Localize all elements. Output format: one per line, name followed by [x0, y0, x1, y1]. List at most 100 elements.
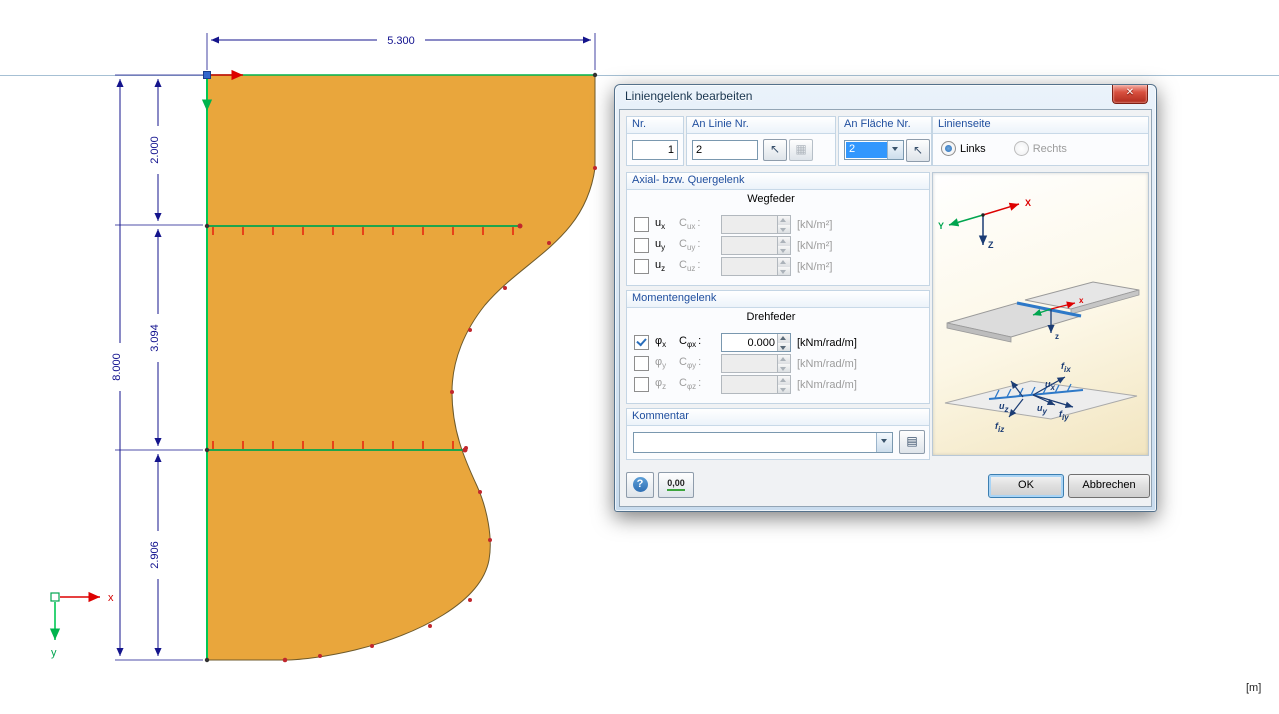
dim-label-total: 8.000 — [110, 343, 123, 391]
group-surface-header: An Fläche Nr. — [839, 117, 931, 134]
dof-label-fiz: fiz — [995, 421, 1004, 434]
checkbox-ux[interactable] — [634, 217, 649, 232]
checkbox-phiz[interactable] — [634, 377, 649, 392]
row-phiz: φz Cφz: [kNm/rad/m] — [627, 375, 929, 394]
group-surface: An Fläche Nr. 2 ↖ — [838, 116, 932, 166]
unit-label: [m] — [1246, 682, 1261, 694]
unit-cphiz: [kNm/rad/m] — [797, 379, 857, 391]
checkbox-uy[interactable] — [634, 238, 649, 253]
group-line: An Linie Nr. ↖ ▦ — [686, 116, 836, 166]
group-comment-header: Kommentar — [627, 409, 929, 426]
unit-cuz: [kN/m²] — [797, 261, 832, 273]
unit-cphix: [kNm/rad/m] — [797, 337, 857, 349]
row-phix: φx Cφx: [kNm/rad/m] — [627, 333, 929, 352]
ill-axis-y-label: Y — [938, 221, 944, 231]
group-axial: Axial- bzw. Quergelenk Wegfeder ux Cux: … — [626, 172, 930, 286]
select-line-list-button[interactable]: ▦ — [789, 139, 813, 161]
spring-value-cphiz[interactable] — [722, 376, 777, 393]
svg-text:2.906: 2.906 — [149, 541, 161, 569]
selected-node[interactable] — [204, 72, 211, 79]
global-x-label: x — [108, 592, 114, 604]
help-icon: ? — [633, 477, 648, 492]
spinner-buttons[interactable] — [777, 376, 790, 393]
row-ux: ux Cux: [kN/m²] — [627, 215, 929, 234]
spring-label-cphiz: Cφz: — [679, 377, 721, 391]
dim-label-seg1: 2.000 — [148, 126, 161, 174]
group-line-header: An Linie Nr. — [687, 117, 835, 134]
dropdown-arrow-icon[interactable] — [876, 433, 892, 452]
line-number-field[interactable] — [692, 140, 758, 160]
spinner-buttons[interactable] — [777, 216, 790, 233]
close-icon: ✕ — [1126, 87, 1134, 98]
dialog-body: Nr. An Linie Nr. ↖ ▦ An Fläche Nr. 2 ↖ — [619, 109, 1152, 507]
dof-label-uz: uz — [655, 259, 679, 273]
surface-number-combo[interactable]: 2 — [844, 140, 904, 160]
spring-value-cux[interactable] — [722, 216, 777, 233]
spinner-buttons[interactable] — [777, 258, 790, 275]
comment-browse-button[interactable]: ▤ — [899, 430, 925, 454]
group-side: Linienseite Links Rechts — [932, 116, 1149, 166]
spinner-buttons[interactable] — [777, 334, 790, 351]
dim-label-seg2: 3.094 — [148, 314, 161, 362]
group-nr-header: Nr. — [627, 117, 683, 134]
pick-cursor-icon: ↖ — [913, 143, 923, 157]
check-icon — [636, 336, 646, 347]
ill-axis-x-label: X — [1025, 198, 1031, 208]
spring-input-cuz[interactable] — [721, 257, 791, 276]
spring-input-cphiy[interactable] — [721, 354, 791, 373]
svg-text:3.094: 3.094 — [149, 324, 161, 352]
spin-down-icon — [778, 225, 790, 234]
set-zero-button[interactable]: 0,00 — [658, 472, 694, 498]
dof-label-fix: fix — [1061, 361, 1071, 374]
unit-cux: [kN/m²] — [797, 219, 832, 231]
spin-up-icon — [778, 334, 790, 343]
ok-button[interactable]: OK — [988, 474, 1064, 498]
spring-input-cux[interactable] — [721, 215, 791, 234]
spring-value-cphiy[interactable] — [722, 355, 777, 372]
global-y-label: y — [51, 647, 57, 659]
dof-label-uz: uz — [999, 401, 1009, 414]
checkbox-phix[interactable] — [634, 335, 649, 350]
spin-up-icon — [778, 355, 790, 364]
illustration-panel: X Y Z x z — [932, 172, 1149, 456]
spring-value-cphix[interactable] — [722, 334, 777, 351]
svg-text:2.000: 2.000 — [149, 136, 161, 164]
radio-links[interactable] — [941, 141, 956, 156]
spring-input-cphiz[interactable] — [721, 375, 791, 394]
spin-down-icon — [778, 343, 790, 352]
hinge-number-field[interactable] — [632, 140, 678, 160]
checkbox-phiy[interactable] — [634, 356, 649, 371]
radio-rechts[interactable] — [1014, 141, 1029, 156]
dialog-title: Liniengelenk bearbeiten — [625, 89, 752, 103]
spring-value-cuy[interactable] — [722, 237, 777, 254]
pick-line-button[interactable]: ↖ — [763, 139, 787, 161]
line-hinge-dialog: Liniengelenk bearbeiten ✕ Nr. An Linie N… — [614, 84, 1157, 512]
spring-input-cphix[interactable] — [721, 333, 791, 352]
dof-label-phix: φx — [655, 335, 679, 349]
row-uz: uz Cuz: [kN/m²] — [627, 257, 929, 276]
group-nr: Nr. — [626, 116, 684, 166]
checkbox-uz[interactable] — [634, 259, 649, 274]
pick-cursor-icon: ↖ — [770, 142, 780, 156]
spinner-buttons[interactable] — [777, 237, 790, 254]
note-icon: ▤ — [906, 434, 917, 448]
comment-combo[interactable] — [633, 432, 893, 453]
surface-region[interactable] — [207, 75, 595, 660]
dim-label-width: 5.300 — [377, 33, 425, 47]
spring-input-cuy[interactable] — [721, 236, 791, 255]
dialog-titlebar[interactable]: Liniengelenk bearbeiten — [615, 85, 1156, 109]
help-button[interactable]: ? — [626, 472, 654, 498]
ill-joint-x-label: x — [1079, 296, 1084, 305]
group-moment: Momentengelenk Drehfeder φx Cφx: [kNm/ra… — [626, 290, 930, 404]
cancel-button[interactable]: Abbrechen — [1068, 474, 1150, 498]
group-moment-header: Momentengelenk — [627, 291, 929, 308]
svg-text:5.300: 5.300 — [387, 35, 415, 47]
pick-surface-button[interactable]: ↖ — [906, 139, 930, 162]
spring-label-cux: Cux: — [679, 217, 721, 231]
unit-cuy: [kN/m²] — [797, 240, 832, 252]
spin-up-icon — [778, 216, 790, 225]
dropdown-arrow-icon[interactable] — [887, 141, 903, 159]
spinner-buttons[interactable] — [777, 355, 790, 372]
close-button[interactable]: ✕ — [1112, 85, 1148, 104]
spring-value-cuz[interactable] — [722, 258, 777, 275]
